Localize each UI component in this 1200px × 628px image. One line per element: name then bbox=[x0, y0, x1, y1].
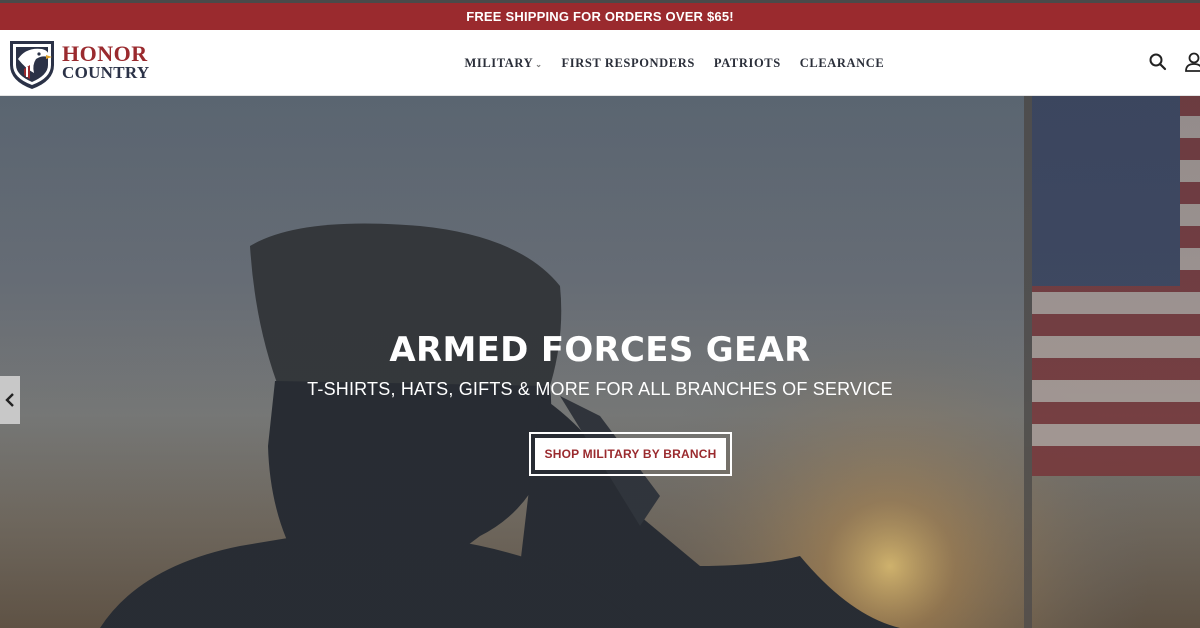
search-icon[interactable] bbox=[1146, 50, 1170, 74]
nav-item-first-responders[interactable]: FIRST RESPONDERS bbox=[552, 56, 704, 71]
chevron-down-icon: ⌄ bbox=[535, 60, 543, 69]
nav-item-patriots[interactable]: PATRIOTS bbox=[704, 56, 790, 71]
nav-item-label: MILITARY bbox=[464, 55, 534, 70]
nav-item-label: CLEARANCE bbox=[799, 55, 885, 70]
site-header: HONOR COUNTRY MILITARY ⌄ FIRST RESPONDER… bbox=[0, 30, 1200, 96]
brand-line2: COUNTRY bbox=[62, 63, 150, 82]
announcement-bar: FREE SHIPPING FOR ORDERS OVER $65! bbox=[0, 0, 1200, 30]
hero-cta-frame: SHOP MILITARY BY BRANCH bbox=[529, 432, 732, 476]
shop-military-button[interactable]: SHOP MILITARY BY BRANCH bbox=[535, 438, 726, 470]
announcement-text: FREE SHIPPING FOR ORDERS OVER $65! bbox=[466, 9, 734, 24]
user-icon[interactable] bbox=[1182, 50, 1200, 74]
main-nav: MILITARY ⌄ FIRST RESPONDERS PATRIOTS CLE… bbox=[455, 30, 894, 96]
nav-item-label: FIRST RESPONDERS bbox=[561, 55, 695, 70]
nav-item-military[interactable]: MILITARY ⌄ bbox=[455, 56, 552, 71]
nav-item-label: PATRIOTS bbox=[713, 55, 781, 70]
hero-subtitle: T-SHIRTS, HATS, GIFTS & MORE FOR ALL BRA… bbox=[307, 379, 893, 399]
hero-title: ARMED FORCES GEAR bbox=[389, 330, 811, 370]
hero-banner: ARMED FORCES GEAR T-SHIRTS, HATS, GIFTS … bbox=[0, 96, 1200, 628]
logo[interactable]: HONOR COUNTRY bbox=[6, 35, 171, 91]
nav-item-clearance[interactable]: CLEARANCE bbox=[790, 56, 894, 71]
eagle-shield-icon bbox=[10, 41, 54, 89]
